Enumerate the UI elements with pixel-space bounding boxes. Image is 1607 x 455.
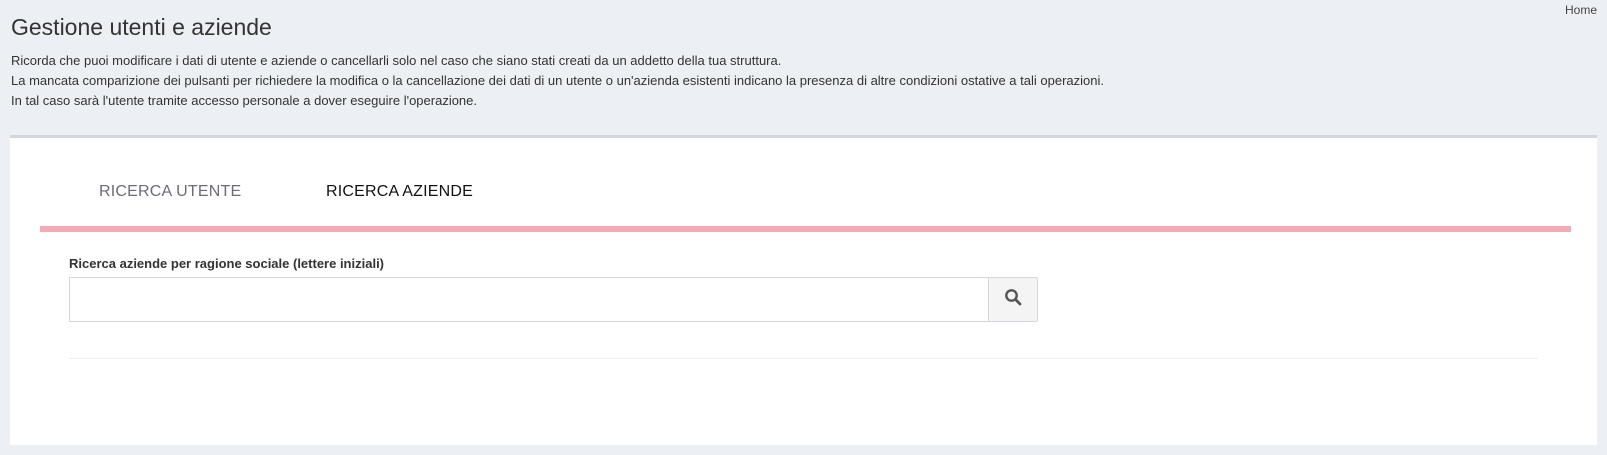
search-group	[69, 277, 1038, 322]
page-title: Gestione utenti e aziende	[11, 14, 272, 40]
company-search-input[interactable]	[69, 277, 988, 322]
divider	[69, 358, 1538, 359]
intro-line: Ricorda che puoi modificare i dati di ut…	[11, 53, 782, 68]
tab-bar: RICERCA UTENTE RICERCA AZIENDE	[40, 176, 1571, 232]
content-header: Gestione utenti e aziende Home Ricorda c…	[0, 0, 1607, 136]
tab-ricerca-aziende[interactable]: RICERCA AZIENDE	[326, 183, 473, 201]
intro-line: La mancata comparizione dei pulsanti per…	[11, 73, 1104, 88]
intro-line: In tal caso sarà l'utente tramite access…	[11, 93, 478, 108]
tab-ricerca-utente[interactable]: RICERCA UTENTE	[99, 183, 241, 201]
search-button[interactable]	[988, 277, 1038, 322]
search-card: RICERCA UTENTE RICERCA AZIENDE Ricerca a…	[10, 135, 1597, 445]
search-icon	[1004, 288, 1022, 311]
breadcrumb-home-link[interactable]: Home	[1565, 3, 1597, 17]
search-label: Ricerca aziende per ragione sociale (let…	[69, 256, 385, 271]
intro-text: Ricorda che puoi modificare i dati di ut…	[11, 51, 1104, 111]
